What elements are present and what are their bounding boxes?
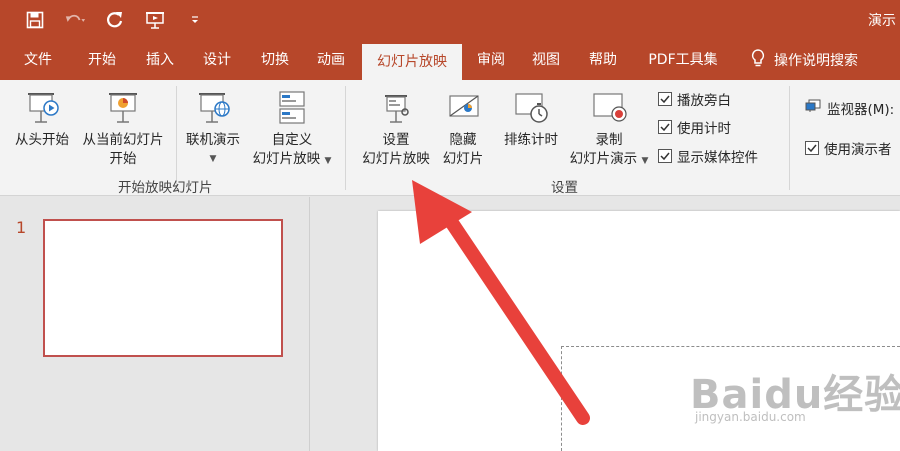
- baidu-watermark: Baidu经验 jingyan.baidu.com: [690, 372, 900, 424]
